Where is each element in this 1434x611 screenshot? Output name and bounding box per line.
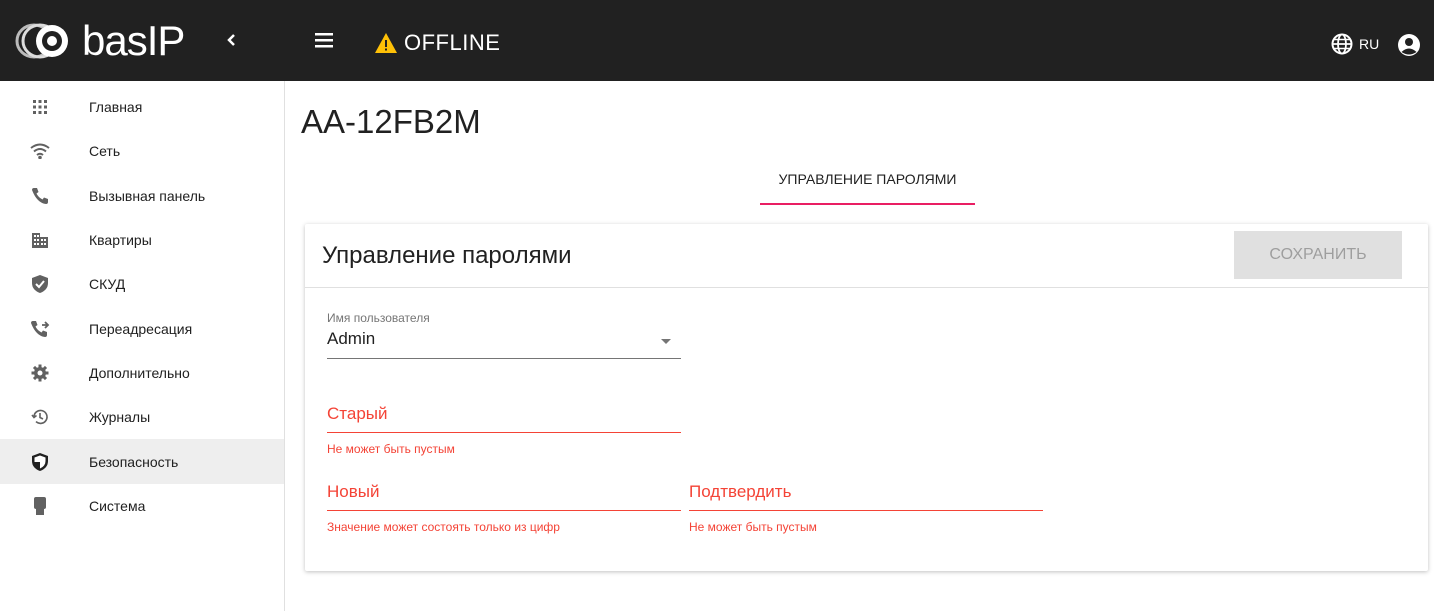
sidebar-item-label: Переадресация bbox=[89, 320, 193, 337]
language-label: RU bbox=[1359, 36, 1380, 52]
new-password-error: Значение может состоять только из цифр bbox=[327, 520, 560, 534]
sidebar-item-label: Система bbox=[89, 497, 146, 514]
save-button[interactable]: СОХРАНИТЬ bbox=[1234, 231, 1402, 279]
sidebar-item-network[interactable]: Сеть bbox=[0, 129, 284, 173]
card-title: Управление паролями bbox=[322, 242, 572, 269]
password-card: Управление паролями СОХРАНИТЬ Имя пользо… bbox=[305, 224, 1428, 571]
account-icon[interactable] bbox=[1397, 33, 1421, 57]
sidebar-item-forwarding[interactable]: Переадресация bbox=[0, 306, 284, 350]
username-select[interactable]: Имя пользователя Admin bbox=[327, 311, 681, 359]
old-password-error: Не может быть пустым bbox=[327, 442, 455, 456]
phone-icon bbox=[30, 186, 50, 206]
main-content: AA-12FB2M УПРАВЛЕНИЕ ПАРОЛЯМИ Управление… bbox=[286, 81, 1434, 611]
sidebar-item-label: Дополнительно bbox=[89, 364, 190, 381]
tab-indicator bbox=[760, 203, 975, 205]
old-password-underline bbox=[327, 432, 681, 433]
warning-icon bbox=[375, 33, 397, 53]
old-password-label: Старый bbox=[327, 404, 388, 423]
card-header: Управление паролями СОХРАНИТЬ bbox=[305, 224, 1428, 288]
sidebar-item-label: Журналы bbox=[89, 409, 151, 426]
top-bar: basIP OFFLINE RU bbox=[0, 0, 1434, 81]
building-icon bbox=[30, 230, 50, 250]
select-underline bbox=[327, 358, 681, 359]
sidebar-item-security[interactable]: Безопасность bbox=[0, 439, 284, 484]
new-password-label: Новый bbox=[327, 482, 380, 501]
grid-icon bbox=[30, 97, 50, 117]
shield-check-icon bbox=[30, 274, 50, 294]
sidebar-item-label: Безопасность bbox=[89, 453, 179, 470]
phone-forward-icon bbox=[30, 319, 50, 339]
sidebar-item-home[interactable]: Главная bbox=[0, 85, 284, 129]
page-title: AA-12FB2M bbox=[301, 103, 481, 140]
globe-icon bbox=[1331, 33, 1353, 55]
sidebar: Главная Сеть Вызывная панель Квартиры СК… bbox=[0, 81, 285, 611]
sidebar-item-access-control[interactable]: СКУД bbox=[0, 262, 284, 306]
tab-password-management[interactable]: УПРАВЛЕНИЕ ПАРОЛЯМИ bbox=[760, 159, 975, 205]
chevron-down-icon bbox=[661, 339, 671, 344]
sidebar-item-logs[interactable]: Журналы bbox=[0, 395, 284, 439]
security-shield-icon bbox=[30, 452, 50, 472]
sidebar-item-label: Квартиры bbox=[89, 232, 152, 249]
sidebar-item-label: Главная bbox=[89, 99, 143, 116]
logo-text: basIP bbox=[82, 16, 185, 64]
username-label: Имя пользователя bbox=[327, 311, 430, 325]
sidebar-item-advanced[interactable]: Дополнительно bbox=[0, 351, 284, 395]
gear-icon bbox=[30, 363, 50, 383]
history-icon bbox=[30, 407, 50, 427]
logo-mark-icon bbox=[14, 21, 76, 61]
connection-status: OFFLINE bbox=[374, 30, 500, 56]
confirm-password-error: Не может быть пустым bbox=[689, 520, 817, 534]
status-text: OFFLINE bbox=[404, 30, 501, 55]
sidebar-item-label: Вызывная панель bbox=[89, 187, 206, 204]
wifi-icon bbox=[30, 141, 50, 161]
confirm-password-label: Подтвердить bbox=[689, 482, 792, 501]
sidebar-item-system[interactable]: Система bbox=[0, 484, 284, 528]
menu-icon[interactable] bbox=[313, 30, 337, 50]
sidebar-item-apartments[interactable]: Квартиры bbox=[0, 218, 284, 262]
language-selector[interactable]: RU bbox=[1331, 33, 1379, 55]
chip-icon bbox=[30, 496, 50, 516]
new-password-field[interactable]: Новый Значение может состоять только из … bbox=[327, 482, 681, 534]
old-password-field[interactable]: Старый Не может быть пустым bbox=[327, 404, 681, 456]
sidebar-item-call-panel[interactable]: Вызывная панель bbox=[0, 174, 284, 218]
logo: basIP bbox=[0, 0, 285, 81]
sidebar-item-label: Сеть bbox=[89, 143, 121, 160]
new-password-underline bbox=[327, 510, 681, 511]
sidebar-item-label: СКУД bbox=[89, 276, 126, 293]
confirm-password-field[interactable]: Подтвердить Не может быть пустым bbox=[689, 482, 1043, 534]
collapse-sidebar-button[interactable] bbox=[221, 28, 241, 52]
confirm-password-underline bbox=[689, 510, 1043, 511]
username-value: Admin bbox=[327, 329, 376, 348]
tab-label: УПРАВЛЕНИЕ ПАРОЛЯМИ bbox=[778, 171, 957, 187]
